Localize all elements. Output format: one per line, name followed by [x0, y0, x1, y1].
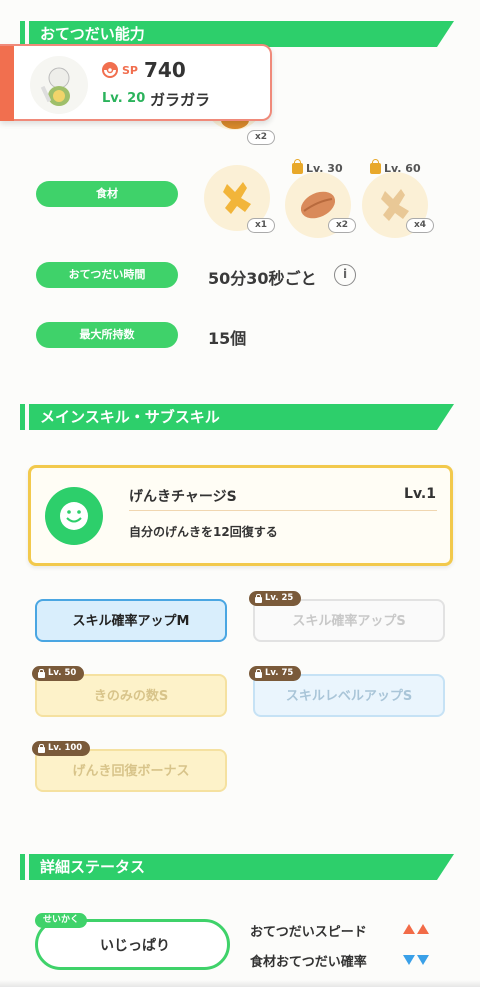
- sp-value: 740: [144, 58, 186, 82]
- info-icon[interactable]: i: [334, 264, 356, 286]
- berry-count: x2: [247, 130, 275, 145]
- sp-label: SP: [122, 64, 138, 77]
- smile-icon: [60, 502, 88, 530]
- main-skill-desc: 自分のげんきを12回復する: [129, 525, 278, 539]
- help-time-label: おてつだい時間: [36, 262, 178, 288]
- sp-ball-icon: [102, 62, 118, 78]
- main-skill-card[interactable]: げんきチャージS Lv.1 自分のげんきを12回復する: [28, 465, 453, 566]
- pokemon-level: Lv. 20: [102, 91, 146, 106]
- section-header-skill: メインスキル・サブスキル: [20, 404, 454, 430]
- nature-up-label: おてつだいスピード: [250, 925, 367, 940]
- lock-icon: [38, 668, 45, 678]
- down-arrows-icon: [403, 955, 429, 965]
- ingredient-2-count: x2: [328, 218, 356, 233]
- lock-icon: [370, 159, 381, 174]
- up-arrows-icon: [403, 924, 429, 934]
- help-time-value: 50分30秒ごと: [208, 269, 317, 288]
- sub-skill-5-unlock: Lv. 100: [32, 741, 91, 756]
- nature-tag: せいかく: [35, 913, 88, 928]
- ingredient-1-count: x1: [247, 218, 275, 233]
- divider: [129, 510, 437, 511]
- pokemon-avatar: [30, 56, 88, 114]
- carry-label: 最大所持数: [36, 322, 178, 348]
- section-header-detail: 詳細ステータス: [20, 854, 454, 880]
- lock-icon: [255, 668, 262, 678]
- pokemon-header-card[interactable]: SP 740 Lv. 20 ガラガラ: [0, 44, 272, 121]
- bottom-edge: [0, 980, 480, 987]
- ginger-icon: [223, 182, 251, 214]
- lock-icon: [292, 159, 303, 174]
- sub-skill-3-unlock: Lv. 50: [32, 666, 85, 681]
- nature-down-label: 食材おてつだい確率: [250, 955, 367, 970]
- card-accent: [0, 46, 14, 121]
- ingredient-3-count: x4: [406, 218, 434, 233]
- skill-icon-circle: [45, 487, 103, 545]
- marowak-icon: [40, 67, 70, 106]
- section-title: おてつだい能力: [40, 25, 145, 43]
- lock-icon: [38, 743, 45, 753]
- lock-icon: [255, 593, 262, 603]
- nature-value: いじっぱり: [100, 938, 170, 954]
- ingredient-label: 食材: [36, 181, 178, 207]
- section-title: 詳細ステータス: [40, 858, 146, 876]
- pokemon-name: ガラガラ: [150, 91, 211, 109]
- main-skill-name: げんきチャージS: [129, 489, 237, 505]
- section-title: メインスキル・サブスキル: [40, 408, 220, 426]
- carry-value: 15個: [208, 329, 247, 348]
- sub-skill-4-unlock: Lv. 75: [249, 666, 302, 681]
- main-skill-level: Lv.1: [404, 486, 436, 502]
- sub-skill-1[interactable]: スキル確率アップM: [35, 599, 227, 642]
- sub-skill-2-unlock: Lv. 25: [249, 591, 302, 606]
